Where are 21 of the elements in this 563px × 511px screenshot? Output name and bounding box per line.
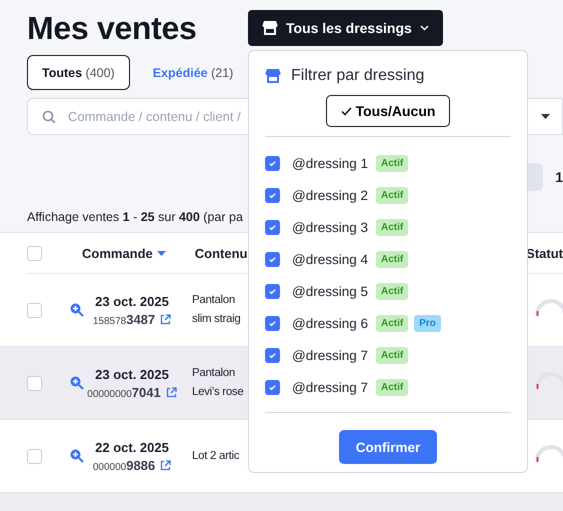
status-badge: Actif (376, 282, 408, 300)
order-number: 0000009886 (92, 458, 156, 472)
status-badge: Actif (376, 186, 408, 204)
status-badge: Actif (376, 314, 408, 332)
order-date: 22 oct. 2025 (95, 440, 169, 454)
order-number: 1585783487 (92, 312, 156, 326)
page-title: Mes ventes (27, 10, 198, 46)
menu-title: Filtrer par dressing (291, 67, 424, 85)
results-summary: Affichage ventes 1 - 25 sur 400 (par pa (27, 210, 244, 224)
status-badge: Actif (376, 250, 408, 268)
order-content: Pantalon Levi’s rose (192, 366, 244, 400)
status-badge: Actif (376, 346, 408, 364)
status-badge: Actif (376, 218, 408, 236)
order-content: Pantalon slim straig (192, 293, 242, 327)
status-badge: Actif (376, 154, 408, 172)
order-number: 000000007041 (87, 384, 161, 400)
order-content: Lot 2 artic (192, 448, 240, 464)
status-badge: Actif (376, 378, 408, 396)
order-date: 23 oct. 2025 (95, 366, 169, 382)
status-badge: Pro (414, 314, 441, 332)
order-date: 23 oct. 2025 (95, 294, 169, 308)
